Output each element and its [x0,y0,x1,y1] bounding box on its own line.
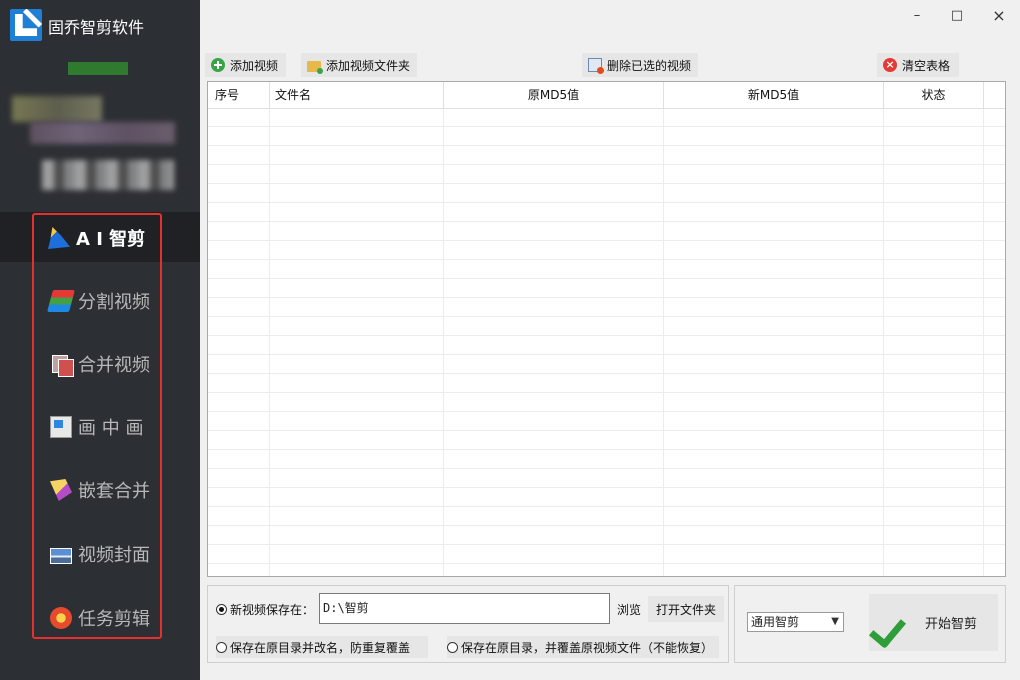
delete-file-icon [588,58,604,74]
start-button[interactable]: 开始智剪 [869,594,998,651]
add-folder-button[interactable]: 添加视频文件夹 [301,53,417,77]
picture-in-picture-icon [50,416,72,438]
open-folder-button[interactable]: 打开文件夹 [648,596,724,622]
nav-item-label: A I 智剪 [76,229,146,250]
nav-item-nested-merge[interactable]: 嵌套合并 [50,475,160,505]
radio-save-rename[interactable]: 保存在原目录并改名，防重复覆盖 [216,636,429,658]
column-header-original-md5[interactable]: 原MD5值 [444,82,664,108]
column-header-status[interactable]: 状态 [884,82,984,108]
video-table[interactable]: 序号 文件名 原MD5值 新MD5值 状态 [207,81,1006,577]
table-grid [208,108,1005,576]
table-header: 序号 文件名 原MD5值 新MD5值 状态 [208,82,1005,109]
radio-indicator [447,641,458,653]
browse-button[interactable]: 浏览 [612,596,646,622]
blurred-user-info [30,122,175,144]
blurred-user-info [42,160,174,190]
minimize-button[interactable]: – [907,6,927,26]
nav-item-label: 画 中 画 [78,418,144,439]
nav-item-split-video[interactable]: 分割视频 [47,286,160,316]
radio-label: 保存在原目录并改名，防重复覆盖 [230,640,411,655]
radio-save-overwrite[interactable]: 保存在原目录，并覆盖原视频文件（不能恢复） [447,636,720,658]
task-edit-icon [50,607,72,629]
app-title: 固乔智剪软件 [48,18,145,37]
add-video-button[interactable]: 添加视频 [205,53,286,77]
radio-save-new-location[interactable]: 新视频保存在： [216,601,314,618]
add-folder-label: 添加视频文件夹 [326,58,411,73]
app-logo-icon [10,9,42,41]
checkmark-icon [873,607,907,639]
delete-selected-button[interactable]: 删除已选的视频 [582,53,698,77]
start-button-label: 开始智剪 [925,617,978,632]
mode-select[interactable]: 通用智剪 ▼ [747,612,844,632]
add-video-label: 添加视频 [230,58,279,73]
radio-label: 保存在原目录，并覆盖原视频文件（不能恢复） [461,640,714,655]
merge-video-icon [50,353,74,377]
add-folder-icon [307,60,323,74]
clear-table-button[interactable]: × 清空表格 [877,53,959,77]
column-header-new-md5[interactable]: 新MD5值 [664,82,884,108]
nav-item-picture-in-picture[interactable]: 画 中 画 [50,412,160,442]
split-video-icon [47,290,75,312]
delete-selected-label: 删除已选的视频 [607,58,692,73]
nav-item-video-cover[interactable]: 视频封面 [50,539,160,569]
clear-icon: × [883,58,897,72]
mode-select-value: 通用智剪 [751,615,800,629]
save-path-input[interactable]: D:\智剪 [319,593,610,624]
column-header-filename[interactable]: 文件名 [270,82,444,108]
nav-item-label: 合并视频 [78,355,150,376]
close-button[interactable]: × [989,6,1009,26]
radio-indicator [216,604,227,615]
blurred-user-info [12,96,102,122]
add-icon [211,58,225,72]
nested-merge-icon [50,479,72,501]
radio-label: 新视频保存在： [230,603,315,617]
clear-table-label: 清空表格 [902,58,951,73]
ai-cut-icon [48,227,70,249]
user-status-badge [68,62,128,75]
nav-item-task-edit[interactable]: 任务剪辑 [50,603,160,633]
nav-item-label: 嵌套合并 [78,481,150,502]
nav-item-ai-cut[interactable]: A I 智剪 [48,223,158,253]
column-header-index[interactable]: 序号 [208,82,270,108]
nav-item-label: 任务剪辑 [78,609,150,630]
chevron-down-icon: ▼ [831,616,839,627]
sidebar: 固乔智剪软件 A I 智剪 分割视频 合并视频 画 中 画 嵌套合并 视频封面 … [0,0,200,680]
video-cover-icon [50,547,72,564]
nav-item-merge-video[interactable]: 合并视频 [50,349,160,379]
radio-indicator [216,641,227,653]
nav-item-label: 分割视频 [78,292,150,313]
nav-item-label: 视频封面 [78,545,150,566]
maximize-button[interactable]: □ [947,6,967,26]
